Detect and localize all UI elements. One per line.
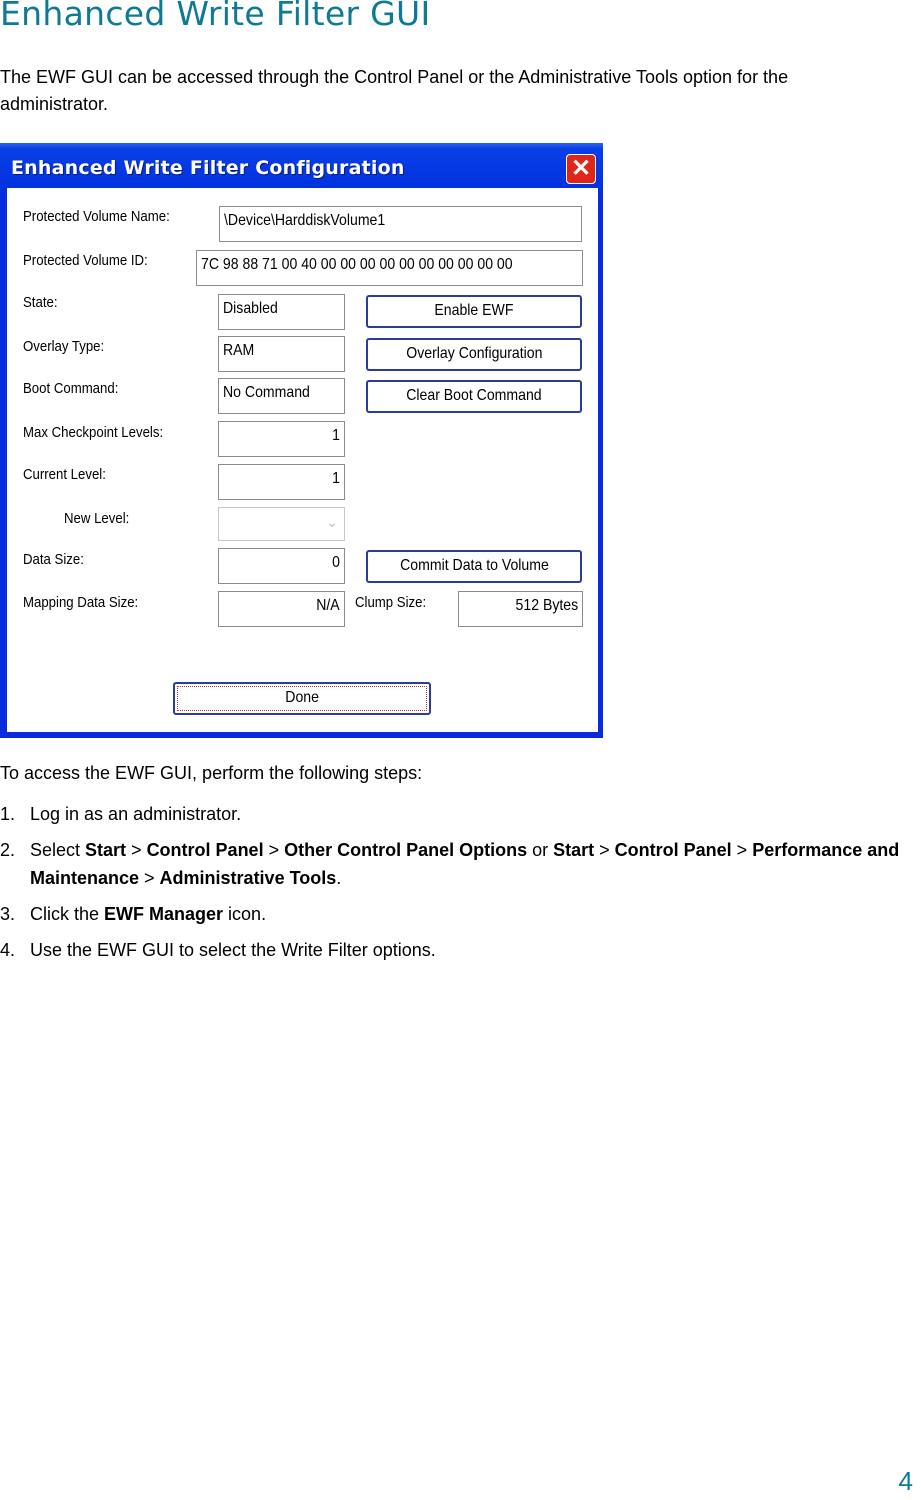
ewf-config-dialog: Enhanced Write Filter Configuration ✕ Pr… xyxy=(0,143,603,738)
protected-volume-id-field[interactable]: 7C 98 88 71 00 40 00 00 00 00 00 00 00 0… xyxy=(196,250,583,286)
step-emphasis: Administrative Tools xyxy=(159,868,337,888)
steps-list: 1. Log in as an administrator. 2. Select St… xyxy=(0,800,921,972)
state-label: State: xyxy=(23,294,58,311)
step-text: Select xyxy=(30,840,86,860)
protected-volume-name-label: Protected Volume Name: xyxy=(23,208,170,225)
data-size-label: Data Size: xyxy=(23,551,84,568)
step-item: 4. Use the EWF GUI to select the Write Fi… xyxy=(0,936,921,964)
close-icon: ✕ xyxy=(570,155,592,182)
step-emphasis: EWF Manager xyxy=(104,904,224,924)
step-text: > xyxy=(594,840,615,860)
step-emphasis: Other Control Panel Options xyxy=(284,840,528,860)
step-text: or xyxy=(527,840,554,860)
new-level-dropdown[interactable]: ⌄ xyxy=(218,507,345,541)
step-text: Log in as an administrator. xyxy=(30,804,242,824)
step-item: 1. Log in as an administrator. xyxy=(0,800,921,828)
step-text: > xyxy=(139,868,160,888)
step-emphasis: Control Panel xyxy=(614,840,732,860)
boot-command-label: Boot Command: xyxy=(23,380,119,397)
step-item: 2. Select Start > Control Panel > Other C… xyxy=(0,836,921,892)
max-checkpoint-levels-field[interactable]: 1 xyxy=(218,421,345,457)
intro-paragraph: The EWF GUI can be accessed through the … xyxy=(0,67,789,114)
done-button[interactable]: Done xyxy=(173,682,431,715)
overlay-configuration-button[interactable]: Overlay Configuration xyxy=(366,338,582,371)
step-number: 3. xyxy=(0,904,16,924)
enable-ewf-button[interactable]: Enable EWF xyxy=(366,295,582,328)
dialog-title: Enhanced Write Filter Configuration xyxy=(11,157,405,179)
clump-size-label: Clump Size: xyxy=(355,594,427,611)
step-number: 4. xyxy=(0,940,16,960)
step-text: > xyxy=(731,840,753,860)
step-emphasis: Start xyxy=(85,840,127,860)
data-size-field[interactable]: 0 xyxy=(218,548,345,584)
new-level-label: New Level: xyxy=(64,510,130,527)
dialog-body: Protected Volume Name: \Device\HarddiskV… xyxy=(7,188,598,732)
state-field[interactable]: Disabled xyxy=(218,294,345,330)
overlay-type-field[interactable]: RAM xyxy=(218,336,345,372)
step-text: Use the EWF GUI to select the Write Filt… xyxy=(30,940,436,960)
boot-command-field[interactable]: No Command xyxy=(218,378,345,414)
current-level-label: Current Level: xyxy=(23,466,106,483)
max-checkpoint-levels-label: Max Checkpoint Levels: xyxy=(23,424,164,441)
step-text: > xyxy=(126,840,147,860)
current-level-field[interactable]: 1 xyxy=(218,464,345,500)
step-number: 2. xyxy=(0,840,16,860)
page-number: 4 xyxy=(898,1466,913,1496)
step-text: . xyxy=(336,868,342,888)
step-text: > xyxy=(263,840,285,860)
step-emphasis: Start xyxy=(553,840,595,860)
step-text: Click the xyxy=(30,904,105,924)
page-title: Enhanced Write Filter GUI xyxy=(0,0,431,33)
close-button[interactable]: ✕ xyxy=(566,154,596,184)
step-text: icon. xyxy=(223,904,267,924)
step-emphasis: Control Panel xyxy=(146,840,264,860)
overlay-type-label: Overlay Type: xyxy=(23,338,105,355)
step-number: 1. xyxy=(0,804,16,824)
mapping-data-size-field[interactable]: N/A xyxy=(218,591,345,627)
commit-data-button[interactable]: Commit Data to Volume xyxy=(366,550,582,583)
clear-boot-command-button[interactable]: Clear Boot Command xyxy=(366,380,582,413)
clump-size-field[interactable]: 512 Bytes xyxy=(458,591,583,627)
steps-intro: To access the EWF GUI, perform the follo… xyxy=(0,763,423,783)
protected-volume-name-field[interactable]: \Device\HarddiskVolume1 xyxy=(219,206,582,242)
protected-volume-id-label: Protected Volume ID: xyxy=(23,252,148,269)
step-item: 3. Click the EWF Manager icon. xyxy=(0,900,921,928)
mapping-data-size-label: Mapping Data Size: xyxy=(23,594,139,611)
chevron-down-icon: ⌄ xyxy=(326,514,338,530)
